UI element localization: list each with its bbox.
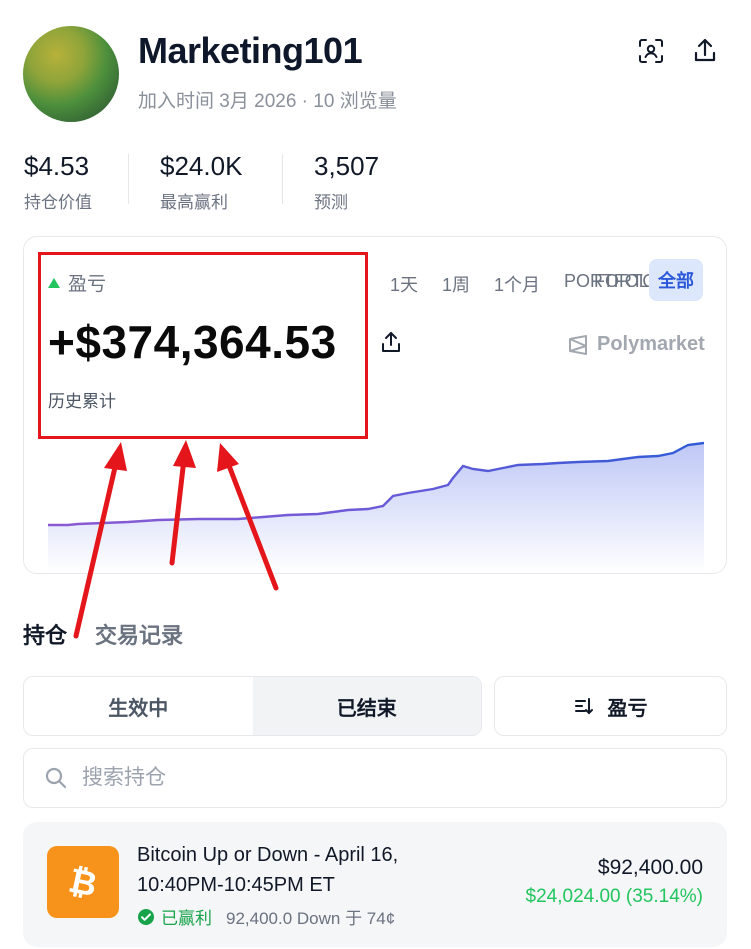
stat-value: $4.53 (24, 151, 90, 181)
stat-label: 持仓价值 (24, 193, 92, 212)
range-selector: 1天 1周 1个月 PORTFOLIO FORTOLIO (390, 271, 684, 297)
bitcoin-icon: ₿ (47, 846, 119, 918)
tab-trade-history[interactable]: 交易记录 (95, 618, 183, 650)
position-title: Bitcoin Up or Down - April 16, 10:40PM-1… (137, 844, 399, 896)
position-detail: 92,400.0 Down 于 74¢ (226, 909, 396, 928)
joined-info: 加入时间 3月 2026 · 10 浏览量 (138, 91, 397, 112)
sort-button[interactable]: 盈亏 (494, 676, 727, 736)
sort-icon (574, 698, 593, 715)
svg-text:₿: ₿ (65, 861, 100, 904)
pnl-value: +$374,364.53 (48, 316, 337, 368)
check-circle-icon (138, 908, 154, 925)
pnl-chart (48, 441, 704, 573)
range-1d[interactable]: 1天 (390, 271, 418, 297)
segment-closed[interactable]: 已结束 (252, 677, 481, 735)
share-pnl-icon[interactable] (380, 330, 404, 354)
search-icon (45, 767, 67, 789)
range-1w[interactable]: 1周 (442, 271, 470, 297)
status-segment: 生效中 已结束 (23, 676, 482, 736)
position-row[interactable]: ₿ Bitcoin Up or Down - April 16, 10:40PM… (23, 822, 727, 947)
pnl-period: 历史累计 (48, 392, 116, 411)
stat-predictions: 3,507 预测 (314, 150, 379, 213)
divider (282, 154, 283, 204)
share-icon[interactable] (690, 36, 720, 66)
avatar (23, 26, 119, 122)
stat-value: 3,507 (314, 151, 380, 181)
polymarket-logo-icon (569, 334, 587, 355)
search-bar (23, 748, 727, 808)
position-status: 已赢利 (161, 909, 212, 928)
stat-label: 最高赢利 (160, 193, 228, 212)
divider (128, 154, 129, 204)
tab-positions[interactable]: 持仓 (23, 618, 67, 650)
segment-active[interactable]: 生效中 (24, 677, 253, 735)
range-all[interactable]: 全部 (649, 259, 703, 301)
brand: Polymarket (567, 333, 705, 356)
up-triangle-icon (48, 277, 60, 288)
sort-label: 盈亏 (607, 697, 648, 720)
stat-label: 预测 (314, 193, 348, 212)
range-1m[interactable]: 1个月 (494, 271, 540, 297)
stat-positions-value: $4.53 持仓价值 (24, 150, 92, 213)
search-input[interactable] (82, 766, 642, 790)
stat-value: $24.0K (160, 151, 243, 181)
position-gain: $24,024.00 (35.14%) (525, 886, 703, 907)
pnl-label-text: 盈亏 (68, 274, 107, 295)
position-amount: $92,400.00 (597, 856, 703, 879)
scan-profile-icon[interactable] (636, 36, 666, 66)
username: Marketing101 (138, 30, 363, 71)
pnl-card: 盈亏 +$374,364.53 历史累计 1天 1周 1个月 PORTFOLIO… (23, 236, 727, 574)
position-meta: 已赢利 92,400.0 Down 于 74¢ (137, 904, 395, 929)
brand-name: Polymarket (597, 333, 705, 355)
pnl-label: 盈亏 (48, 269, 106, 296)
stat-biggest-win: $24.0K 最高赢利 (160, 150, 242, 213)
